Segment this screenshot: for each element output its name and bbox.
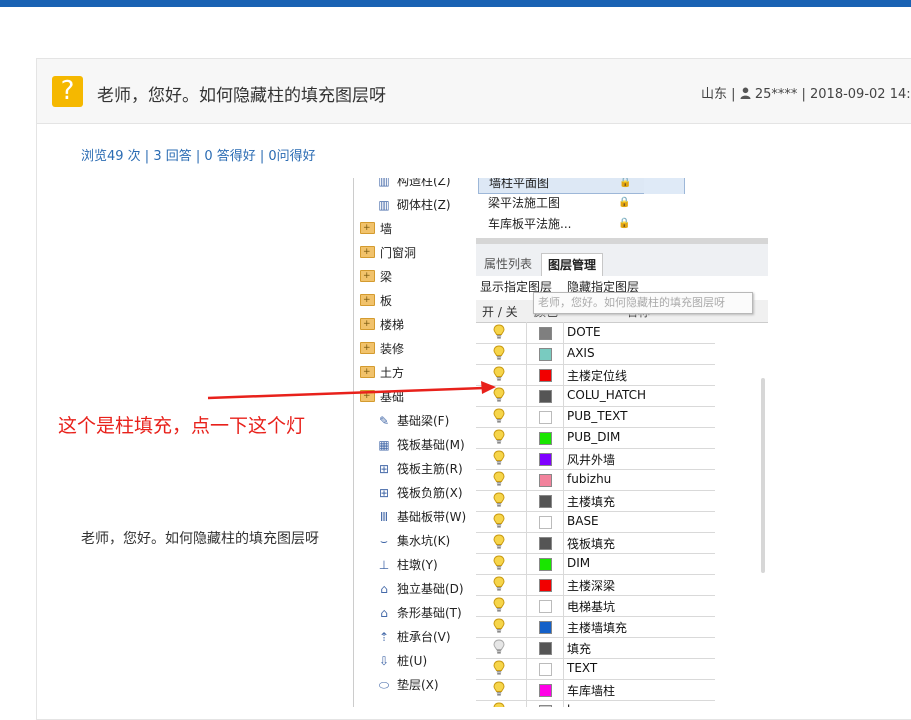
annotation-text: 这个是柱填充，点一下这个灯 bbox=[58, 415, 306, 437]
arrow-line bbox=[207, 386, 485, 400]
annotation-arrow bbox=[207, 381, 496, 400]
arrow-head bbox=[481, 381, 496, 394]
